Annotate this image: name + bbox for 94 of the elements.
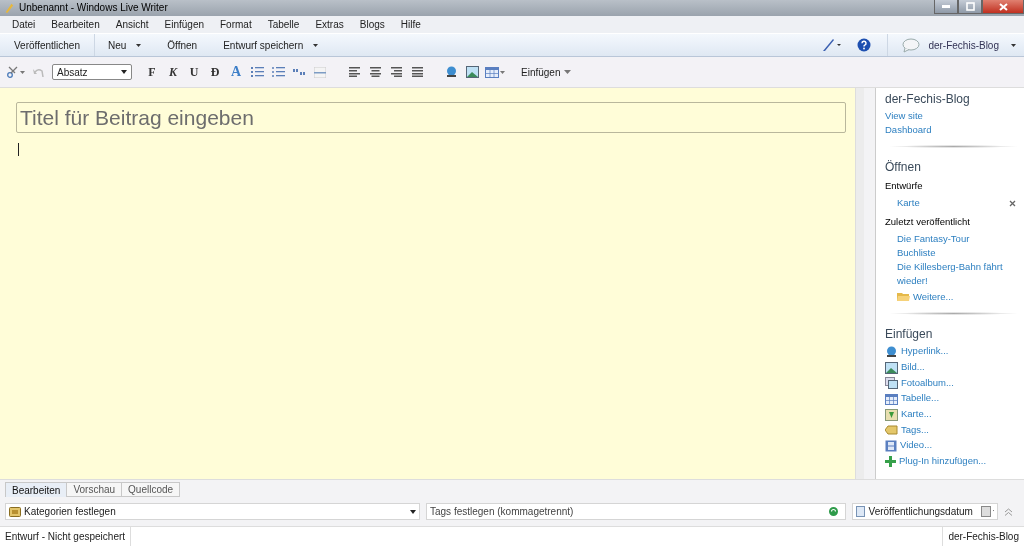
blog-account-button[interactable]: der-Fechis-Blog — [887, 33, 1024, 57]
underline-button[interactable]: U — [185, 62, 203, 83]
post-link[interactable]: Buchliste — [897, 246, 936, 261]
menu-item[interactable]: Blogs — [351, 18, 393, 30]
close-button[interactable] — [982, 0, 1024, 14]
scissors-icon — [7, 66, 25, 79]
scrollbar[interactable] — [855, 88, 864, 480]
sidebar-heading: der-Fechis-Blog — [885, 92, 971, 107]
menu-item[interactable]: Hilfe — [392, 18, 429, 30]
quote-icon — [293, 68, 305, 77]
minimize-icon — [942, 5, 950, 8]
tags-field[interactable]: Tags festlegen (kommagetrennt) — [426, 503, 846, 521]
refresh-icon — [829, 507, 838, 517]
caret-icon — [121, 70, 127, 75]
post-link[interactable]: Die Fantasy-Tour — [897, 232, 970, 247]
strike-button[interactable]: Đ — [206, 62, 224, 83]
image-icon — [885, 361, 898, 374]
status-text: Entwurf - Nicht gespeichert — [0, 527, 132, 546]
insert-button[interactable]: Einfügen — [517, 62, 576, 83]
menu-item[interactable]: Format — [212, 18, 260, 30]
menu-item[interactable]: Datei — [4, 18, 44, 30]
command-button[interactable]: Entwurf speichern — [210, 33, 332, 57]
insert-link[interactable]: Hyperlink... — [901, 344, 949, 359]
publish-date-field[interactable]: Veröffentlichungsdatum — [852, 503, 998, 521]
numbered-list-icon — [250, 66, 264, 79]
post-link[interactable]: Die Killesberg-Bahn fährt wieder! — [897, 260, 1024, 289]
view-tab[interactable]: Quellcode — [121, 482, 181, 498]
command-button[interactable]: Öffnen — [154, 33, 211, 57]
publish-date-label: Veröffentlichungsdatum — [868, 506, 973, 518]
bullet-list-icon — [271, 66, 285, 79]
window-title: Unbenannt - Windows Live Writer — [19, 2, 168, 14]
sidebar-heading: Einfügen — [885, 327, 934, 342]
category-icon — [9, 506, 21, 517]
sidebar-heading: Öffnen — [885, 160, 922, 175]
caret-icon — [1011, 43, 1016, 47]
sidebar-link[interactable]: Dashboard — [885, 123, 932, 138]
view-tab[interactable]: Bearbeiten — [5, 482, 68, 498]
insert-link[interactable]: Bild... — [901, 359, 925, 374]
status-blog: der-Fechis-Blog — [942, 527, 1024, 546]
menu-item[interactable]: Bearbeiten — [43, 18, 108, 30]
view-tab[interactable]: Vorschau — [66, 482, 123, 498]
align-right-icon — [390, 67, 402, 78]
table-icon — [485, 66, 505, 78]
insert-link[interactable]: Tabelle... — [901, 391, 940, 406]
more-link[interactable]: Weitere... — [913, 290, 954, 305]
text-cursor — [18, 143, 19, 157]
table-icon — [885, 393, 898, 405]
image-icon — [465, 66, 479, 79]
align-center-icon — [369, 67, 381, 78]
film-icon — [885, 440, 897, 453]
pen-icon — [4, 1, 14, 14]
sidebar-link[interactable]: View site — [885, 109, 923, 124]
post-title-field[interactable]: Titel für Beitrag eingeben — [16, 102, 846, 134]
subheading: Entwürfe — [885, 180, 924, 192]
photo-stack-icon — [885, 377, 898, 390]
caret-icon — [564, 70, 572, 75]
caret-icon — [410, 509, 416, 514]
insert-link[interactable]: Tags... — [901, 422, 929, 437]
paragraph-style-dropdown[interactable]: Absatz — [52, 64, 132, 81]
folder-icon — [897, 292, 910, 303]
bold-button[interactable]: F — [143, 62, 161, 83]
insert-link[interactable]: Video... — [900, 438, 933, 453]
menu-item[interactable]: Extras — [307, 18, 352, 30]
help-icon — [857, 38, 872, 53]
undo-icon — [32, 66, 44, 78]
insert-link[interactable]: Plug-In hinzufügen... — [899, 454, 987, 468]
minimize-button[interactable] — [934, 0, 958, 14]
tag-icon — [885, 425, 898, 436]
subheading: Zuletzt veröffentlicht — [885, 216, 971, 228]
align-justify-icon — [411, 67, 423, 78]
menu-item[interactable]: Einfügen — [156, 18, 212, 30]
menu-item[interactable]: Ansicht — [107, 18, 157, 30]
close-icon — [998, 2, 1008, 11]
maximize-button[interactable] — [958, 0, 982, 14]
categories-dropdown[interactable]: Kategorien festlegen — [5, 503, 420, 521]
insert-link[interactable]: Fotoalbum... — [901, 375, 954, 390]
horizontal-rule-icon — [314, 66, 326, 78]
restore-icon — [965, 2, 975, 11]
caret-icon — [313, 43, 319, 47]
checkbox[interactable] — [856, 506, 865, 518]
caret-icon — [136, 43, 142, 47]
insert-link[interactable]: Karte... — [901, 406, 932, 421]
align-left-icon — [348, 67, 360, 78]
color-button[interactable]: A — [227, 62, 245, 83]
draft-link[interactable]: Karte — [897, 196, 920, 211]
italic-button[interactable]: K — [164, 62, 182, 83]
command-button[interactable]: Veröffentlichen — [0, 33, 95, 57]
menu-item[interactable]: Tabelle — [259, 18, 308, 30]
calendar-icon — [980, 506, 994, 518]
map-icon — [885, 408, 898, 421]
command-button[interactable]: Neu — [95, 33, 155, 57]
speech-bubble-icon — [902, 37, 921, 53]
close-icon[interactable] — [1009, 199, 1016, 207]
plus-icon — [885, 456, 896, 468]
